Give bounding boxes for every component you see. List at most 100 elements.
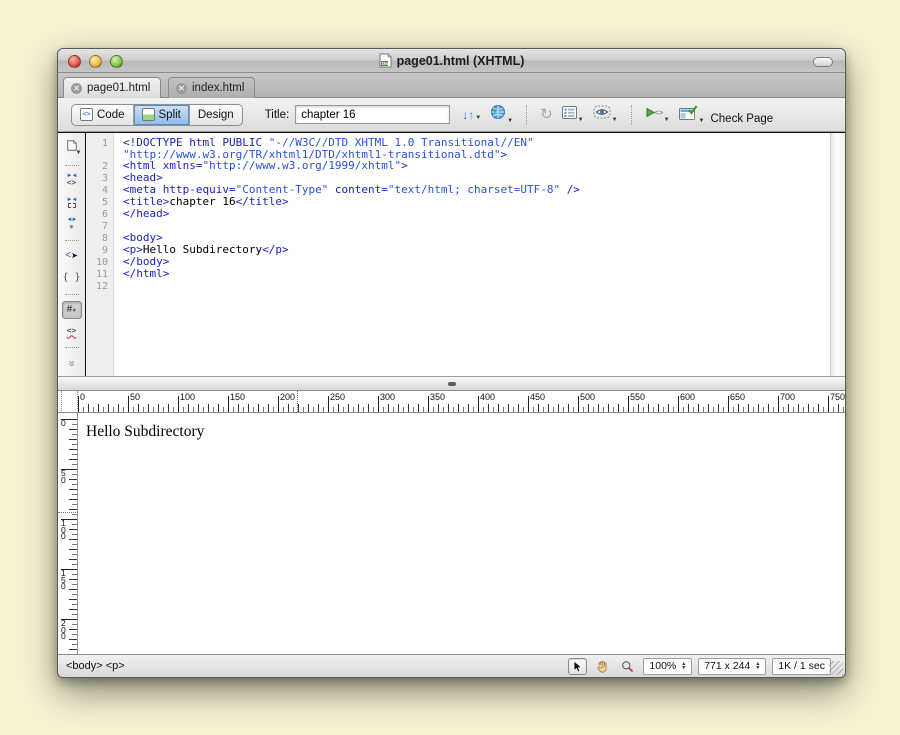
window-size-select[interactable]: 771 x 244 ▲▼ xyxy=(698,658,766,675)
file-management-button[interactable]: ↓↑▼ xyxy=(462,108,481,122)
design-paragraph-text[interactable]: Hello Subdirectory xyxy=(86,423,204,441)
line-number: 10 xyxy=(86,257,108,268)
line-number: 12 xyxy=(86,281,108,292)
check-page-icon xyxy=(679,105,698,125)
line-number: 9 xyxy=(86,245,108,256)
code-view-button[interactable]: <> Code xyxy=(72,105,134,125)
tab-label: index.html xyxy=(192,82,244,94)
select-tool-icon xyxy=(572,660,583,673)
code-line[interactable]: 7 xyxy=(86,220,830,232)
code-line[interactable]: 9<p>Hello Subdirectory</p> xyxy=(86,244,830,256)
ruler-label: 400 xyxy=(480,392,495,402)
coding-toolbar-divider xyxy=(65,347,79,348)
code-vertical-scrollbar[interactable] xyxy=(830,133,845,376)
ruler-label: 750 xyxy=(830,392,845,402)
split-view-button[interactable]: Split xyxy=(134,105,190,125)
ruler-label: 2 0 0 xyxy=(61,620,66,640)
ruler-label: 250 xyxy=(330,392,345,402)
view-mode-switcher: <> Code Split Design xyxy=(71,104,243,126)
vertical-ruler: 0 5 0 1 0 0 1 5 0 2 0 0 xyxy=(58,413,78,656)
code-line[interactable]: 5<title>chapter 16</title> xyxy=(86,196,830,208)
document-title-input[interactable] xyxy=(295,105,450,124)
code-line[interactable]: 6</head> xyxy=(86,208,830,220)
check-page-label: Check Page xyxy=(710,113,773,125)
svg-text:Dw: Dw xyxy=(382,61,389,66)
code-view-icon: <> xyxy=(80,108,93,121)
ruler-label: 0 xyxy=(80,392,85,402)
title-field-label: Title: xyxy=(265,109,290,121)
live-data-view-button[interactable]: <>▼ xyxy=(645,106,670,124)
ruler-label: 50 xyxy=(130,392,140,402)
line-number: 1 xyxy=(86,138,108,149)
document-icon: Dw xyxy=(379,53,392,71)
ruler-label: 650 xyxy=(730,392,745,402)
zoom-tool-icon xyxy=(621,660,634,673)
close-tab-icon[interactable]: ✕ xyxy=(176,83,187,94)
line-number: 11 xyxy=(86,269,108,280)
title-bar[interactable]: Dwpage01.html (XHTML) xyxy=(58,49,845,73)
dreamweaver-document-window: Dwpage01.html (XHTML) ✕ page01.html ✕ in… xyxy=(57,48,846,678)
refresh-icon: ↻ xyxy=(540,108,553,122)
globe-icon xyxy=(490,104,506,125)
resize-grip[interactable] xyxy=(829,661,843,675)
splitter-grip-icon[interactable] xyxy=(448,382,456,386)
eye-icon xyxy=(593,105,611,124)
select-parent-tag-button[interactable]: <➤ xyxy=(62,247,82,265)
stepper-icon: ▲▼ xyxy=(755,662,760,670)
toolbar-toggle-lozenge[interactable] xyxy=(813,57,833,67)
view-options-button[interactable]: ▼ xyxy=(562,106,584,124)
preview-in-browser-button[interactable]: ▼ xyxy=(490,104,513,125)
code-line[interactable]: 12 xyxy=(86,280,830,292)
coding-toolbar: ▼ ►◄<> ►◄ ◄►✳ <➤ { } #● <> » xyxy=(58,133,86,376)
ruler-origin-corner[interactable] xyxy=(58,391,78,413)
ruler-label: 1 0 0 xyxy=(61,520,66,540)
expand-all-button[interactable]: ◄►✳ xyxy=(62,216,82,234)
design-view-button[interactable]: Design xyxy=(190,105,242,125)
select-tool-button[interactable] xyxy=(568,658,587,675)
ruler-label: 500 xyxy=(580,392,595,402)
ruler-label: 350 xyxy=(430,392,445,402)
close-tab-icon[interactable]: ✕ xyxy=(71,83,82,94)
split-view-divider[interactable] xyxy=(58,376,845,391)
collapse-selection-button[interactable]: ►◄ xyxy=(62,194,82,212)
toolbar-divider xyxy=(526,105,527,125)
visual-aids-button[interactable]: ▼ xyxy=(593,105,618,124)
balance-braces-button[interactable]: { } xyxy=(62,269,82,287)
code-line[interactable]: 10</body> xyxy=(86,256,830,268)
refresh-button[interactable]: ↻ xyxy=(540,108,553,122)
check-page-button[interactable]: ▼ Check Page xyxy=(679,105,774,125)
line-number: 3 xyxy=(86,173,108,184)
tab-label: page01.html xyxy=(87,82,150,94)
tab-page01[interactable]: ✕ page01.html xyxy=(63,77,161,98)
magnification-select[interactable]: 100% ▲▼ xyxy=(643,658,692,675)
code-line[interactable]: 11</html> xyxy=(86,268,830,280)
ruler-label: 5 0 xyxy=(61,470,66,483)
hand-tool-button[interactable] xyxy=(593,658,612,675)
toolbar-divider xyxy=(631,105,632,125)
tab-index[interactable]: ✕ index.html xyxy=(168,77,255,98)
horizontal-ruler-ticks: 0501001502002503003504004505005506006507… xyxy=(78,391,845,412)
open-documents-button[interactable]: ▼ xyxy=(62,140,82,158)
more-options-chevron[interactable]: » xyxy=(62,354,82,372)
ruler-label: 150 xyxy=(230,392,245,402)
document-tab-bar: ✕ page01.html ✕ index.html xyxy=(58,73,845,98)
ruler-label: 0 xyxy=(61,420,66,427)
line-number: 8 xyxy=(86,233,108,244)
ruler-label: 300 xyxy=(380,392,395,402)
line-number: 4 xyxy=(86,185,108,196)
zoom-tool-button[interactable] xyxy=(618,658,637,675)
live-data-icon: <> xyxy=(645,106,663,124)
ruler-label: 1 5 0 xyxy=(61,570,66,590)
download-size-indicator: 1K / 1 sec xyxy=(772,658,831,675)
stepper-icon: ▲▼ xyxy=(681,662,686,670)
highlight-invalid-code-button[interactable]: <> xyxy=(62,323,82,341)
code-line[interactable]: 2<html xmlns="http://www.w3.org/1999/xht… xyxy=(86,160,830,172)
coding-toolbar-divider xyxy=(65,165,79,166)
tag-selector[interactable]: <body> <p> xyxy=(66,660,125,672)
ruler-label: 200 xyxy=(280,392,295,402)
line-numbers-button[interactable]: #● xyxy=(62,301,82,319)
code-editor[interactable]: 1<!DOCTYPE html PUBLIC "-//W3C//DTD XHTM… xyxy=(86,133,830,376)
collapse-full-tag-button[interactable]: ►◄<> xyxy=(62,172,82,190)
ruler-label: 100 xyxy=(180,392,195,402)
design-canvas[interactable]: Hello Subdirectory xyxy=(78,413,845,656)
